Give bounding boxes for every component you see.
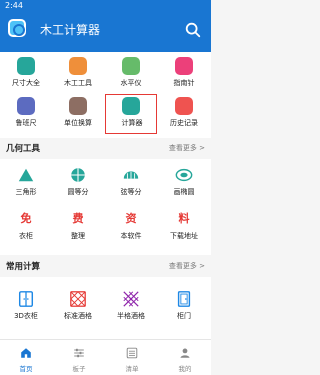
half-wine-rack-icon — [123, 291, 139, 307]
nav-profile[interactable]: 我的 — [159, 340, 211, 375]
tool-label: 圆等分 — [67, 188, 89, 196]
tool-half-wine-rack[interactable]: 半格酒格 — [105, 287, 157, 327]
tool-triangle[interactable]: 三角形 — [0, 163, 52, 203]
tool-standard-wine-rack[interactable]: 标准酒格 — [52, 287, 104, 327]
common-card: 3D衣柜 标准酒格 半格酒格 柜门 — [0, 277, 211, 339]
history-icon — [175, 97, 193, 115]
top-tools-card: 尺寸大全 木工工具 水平仪 指南针 鲁班尺 单位换算 计算器 历史记录 — [0, 52, 211, 138]
tool-label: 指南针 — [173, 79, 195, 87]
tool-unit-convert[interactable]: 单位换算 — [52, 94, 104, 134]
triangle-icon — [18, 168, 34, 182]
app-title: 木工计算器 — [40, 23, 101, 37]
app-logo-icon — [8, 19, 26, 37]
tool-label: 弦等分 — [120, 188, 142, 196]
luban-ruler-icon — [17, 97, 35, 115]
geometry-section-header: 几何工具 查看更多 > — [0, 138, 211, 159]
promo-glyph-fee: 费 — [72, 212, 84, 225]
chord-divide-icon — [123, 171, 139, 179]
section-title: 几何工具 — [6, 144, 41, 154]
tool-label: 三角形 — [15, 188, 37, 196]
list-icon — [126, 347, 138, 359]
tool-ellipse[interactable]: 画椭圆 — [158, 163, 210, 203]
tool-label: 下载地址 — [170, 232, 198, 240]
tool-label: 整理 — [71, 232, 85, 240]
tool-luban-ruler[interactable]: 鲁班尺 — [0, 94, 52, 134]
nav-list[interactable]: 清单 — [106, 340, 158, 375]
tool-label: 半格酒格 — [117, 312, 145, 320]
geometry-card: 三角形 圆等分 弦等分 画椭圆 免 衣柜 费 整理 资 本软件 料 下载地址 — [0, 159, 211, 255]
see-more-link[interactable]: 查看更多 > — [169, 143, 205, 153]
tool-circle-divide[interactable]: 圆等分 — [52, 163, 104, 203]
tool-label: 本软件 — [120, 232, 142, 240]
home-icon — [21, 348, 31, 358]
tool-woodwork-tools[interactable]: 木工工具 — [52, 54, 104, 94]
common-section-header: 常用计算 查看更多 > — [0, 256, 211, 277]
board-icon — [74, 348, 84, 358]
promo-glyph-material: 料 — [178, 212, 190, 225]
see-more-link[interactable]: 查看更多 > — [169, 261, 205, 271]
tool-label: 计算器 — [121, 119, 143, 127]
tool-label: 单位换算 — [64, 119, 92, 127]
tool-label: 尺寸大全 — [12, 79, 40, 87]
tool-compass[interactable]: 指南针 — [158, 54, 210, 94]
promo-organize[interactable]: 费 整理 — [52, 207, 104, 247]
tool-label: 画椭圆 — [173, 188, 195, 196]
promo-glyph-resource: 资 — [125, 212, 137, 225]
tool-label: 鲁班尺 — [15, 119, 37, 127]
wardrobe-3d-icon — [18, 291, 34, 307]
toolbox-icon — [69, 57, 87, 75]
tool-label: 木工工具 — [64, 79, 92, 87]
status-bar: 2:44 — [0, 0, 211, 11]
section-title: 常用计算 — [6, 262, 41, 272]
wine-rack-icon — [70, 291, 86, 307]
app-bar: 木工计算器 — [0, 11, 211, 52]
tool-3d-wardrobe[interactable]: 3D衣柜 — [0, 287, 52, 327]
tool-label: 水平仪 — [120, 79, 142, 87]
calculator-icon — [122, 97, 140, 115]
promo-glyph-free: 免 — [20, 212, 32, 225]
promo-this-app[interactable]: 资 本软件 — [105, 207, 157, 247]
tool-calculator[interactable]: 计算器 — [105, 94, 157, 134]
tool-cabinet-door[interactable]: 柜门 — [158, 287, 210, 327]
nav-home[interactable]: 首页 — [0, 340, 52, 375]
tool-size-reference[interactable]: 尺寸大全 — [0, 54, 52, 94]
nav-board[interactable]: 板子 — [53, 340, 105, 375]
level-icon — [122, 57, 140, 75]
tool-chord-divide[interactable]: 弦等分 — [105, 163, 157, 203]
search-icon[interactable] — [184, 21, 202, 39]
unit-convert-icon — [69, 97, 87, 115]
tool-history[interactable]: 历史记录 — [158, 94, 210, 134]
tool-label: 历史记录 — [170, 119, 198, 127]
profile-icon — [180, 348, 190, 358]
status-time: 2:44 — [5, 1, 23, 10]
tool-label: 衣柜 — [19, 232, 33, 240]
tool-label: 柜门 — [177, 312, 191, 320]
circle-divide-icon — [71, 168, 85, 182]
promo-download[interactable]: 料 下载地址 — [158, 207, 210, 247]
cabinet-door-icon — [177, 291, 191, 307]
tool-level[interactable]: 水平仪 — [105, 54, 157, 94]
tool-label: 3D衣柜 — [14, 312, 38, 320]
nav-label: 板子 — [72, 365, 86, 373]
promo-wardrobe[interactable]: 免 衣柜 — [0, 207, 52, 247]
compass-icon — [175, 57, 193, 75]
tool-label: 标准酒格 — [64, 312, 92, 320]
nav-label: 首页 — [19, 365, 33, 373]
ellipse-icon — [175, 168, 193, 182]
nav-label: 清单 — [125, 365, 139, 373]
ruler-icon — [17, 57, 35, 75]
bottom-nav: 首页 板子 清单 我的 — [0, 339, 211, 375]
nav-label: 我的 — [178, 365, 192, 373]
